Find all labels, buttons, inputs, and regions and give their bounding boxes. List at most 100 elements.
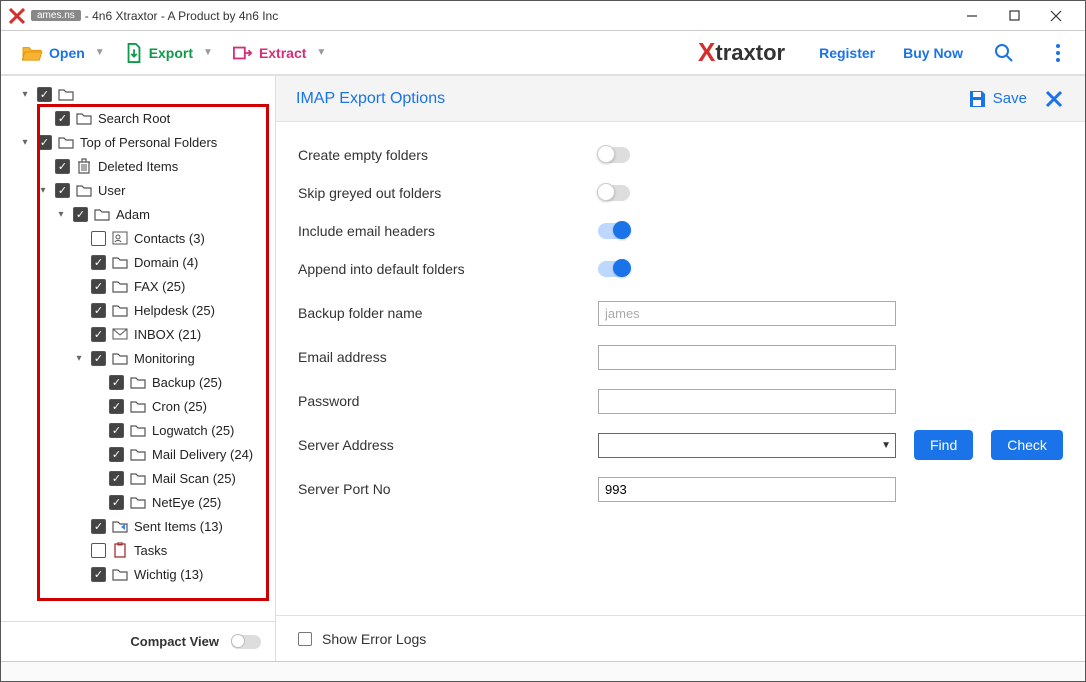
- checkbox[interactable]: ✓: [91, 351, 106, 366]
- titlebar: ames.ns - 4n6 Xtraxtor - A Product by 4n…: [1, 1, 1085, 31]
- checkbox[interactable]: ✓: [109, 471, 124, 486]
- checkbox[interactable]: ✓: [109, 399, 124, 414]
- tree-node[interactable]: Contacts (3): [11, 226, 275, 250]
- checkbox[interactable]: ✓: [91, 255, 106, 270]
- tree-node[interactable]: ✓ NetEye (25): [11, 490, 275, 514]
- tree-node[interactable]: ▾✓Adam: [11, 202, 275, 226]
- compact-view-label: Compact View: [130, 634, 219, 649]
- password-input[interactable]: [598, 389, 896, 414]
- register-link[interactable]: Register: [815, 41, 879, 65]
- checkbox[interactable]: ✓: [91, 567, 106, 582]
- maximize-button[interactable]: [993, 2, 1035, 30]
- minimize-button[interactable]: [951, 2, 993, 30]
- panel-title: IMAP Export Options: [296, 90, 445, 108]
- checkbox[interactable]: [91, 231, 106, 246]
- toggle-icon[interactable]: ▾: [19, 89, 31, 100]
- tree-node[interactable]: ✓Wichtig (13): [11, 562, 275, 586]
- toggle-icon[interactable]: ▾: [55, 209, 67, 220]
- tree-label: Logwatch (25): [152, 423, 234, 438]
- folder-icon: [130, 422, 146, 438]
- tree-label: NetEye (25): [152, 495, 221, 510]
- tree-node[interactable]: ▾✓: [11, 82, 275, 106]
- server-address-combo[interactable]: ▼: [598, 433, 896, 458]
- save-button[interactable]: Save: [967, 89, 1027, 109]
- checkbox[interactable]: ✓: [55, 111, 70, 126]
- toggle-switch[interactable]: [598, 185, 630, 201]
- sent-icon: [112, 518, 128, 534]
- close-button[interactable]: [1035, 2, 1077, 30]
- extract-menu[interactable]: Extract▼: [223, 38, 336, 68]
- toggle-icon[interactable]: ▾: [37, 185, 49, 196]
- open-menu[interactable]: Open▼: [11, 38, 115, 68]
- search-icon[interactable]: [987, 36, 1021, 70]
- option-label: Append into default folders: [298, 261, 598, 277]
- close-panel-icon[interactable]: [1043, 88, 1065, 110]
- find-button[interactable]: Find: [914, 430, 973, 460]
- tree-label: FAX (25): [134, 279, 185, 294]
- tree-node[interactable]: ✓Mail Delivery (24): [11, 442, 275, 466]
- brand-logo: Xtraxtor: [698, 37, 785, 68]
- option-label: Create empty folders: [298, 147, 598, 163]
- folder-icon: [58, 86, 74, 102]
- show-error-logs-checkbox[interactable]: [298, 632, 312, 646]
- folder-icon: [130, 398, 146, 414]
- toggle-icon[interactable]: ▾: [73, 353, 85, 364]
- tree-node[interactable]: ✓ Sent Items (13): [11, 514, 275, 538]
- folder-icon: [130, 494, 146, 510]
- app-icon: [9, 8, 25, 24]
- tree-node[interactable]: ✓ FAX (25): [11, 274, 275, 298]
- tree-node[interactable]: ✓Search Root: [11, 106, 275, 130]
- toggle-icon[interactable]: ▾: [19, 137, 31, 148]
- tree-node[interactable]: Tasks: [11, 538, 275, 562]
- checkbox[interactable]: ✓: [55, 159, 70, 174]
- folder-tree[interactable]: ▾✓✓Search Root▾✓Top of Personal Folders✓…: [1, 76, 275, 621]
- tree-node[interactable]: ✓ Logwatch (25): [11, 418, 275, 442]
- check-button[interactable]: Check: [991, 430, 1063, 460]
- tree-node[interactable]: ▾✓User: [11, 178, 275, 202]
- tree-node[interactable]: ✓Cron (25): [11, 394, 275, 418]
- checkbox[interactable]: ✓: [91, 327, 106, 342]
- checkbox[interactable]: ✓: [109, 495, 124, 510]
- toggle-switch[interactable]: [598, 147, 630, 163]
- tree-label: Sent Items (13): [134, 519, 223, 534]
- compact-view-toggle[interactable]: [231, 635, 261, 649]
- save-label: Save: [993, 90, 1027, 107]
- export-menu[interactable]: Export▼: [115, 37, 223, 69]
- checkbox[interactable]: ✓: [55, 183, 70, 198]
- buy-now-link[interactable]: Buy Now: [899, 41, 967, 65]
- checkbox[interactable]: ✓: [37, 87, 52, 102]
- more-icon[interactable]: [1041, 36, 1075, 70]
- checkbox[interactable]: [91, 543, 106, 558]
- folder-icon: [58, 134, 74, 150]
- tree-node[interactable]: ✓INBOX (21): [11, 322, 275, 346]
- tree-node[interactable]: ✓Mail Scan (25): [11, 466, 275, 490]
- tree-node[interactable]: ✓Deleted Items: [11, 154, 275, 178]
- checkbox[interactable]: ✓: [91, 519, 106, 534]
- checkbox[interactable]: ✓: [109, 447, 124, 462]
- tree-node[interactable]: ✓Domain (4): [11, 250, 275, 274]
- tree-node[interactable]: ✓Backup (25): [11, 370, 275, 394]
- extract-icon: [233, 44, 253, 62]
- folder-open-icon: [21, 44, 43, 62]
- open-label: Open: [49, 45, 85, 61]
- toggle-switch[interactable]: [598, 261, 630, 277]
- option-label: Skip greyed out folders: [298, 185, 598, 201]
- checkbox[interactable]: ✓: [91, 279, 106, 294]
- checkbox[interactable]: ✓: [37, 135, 52, 150]
- save-icon: [967, 89, 987, 109]
- backup-folder-input[interactable]: [598, 301, 896, 326]
- tree-node[interactable]: ▾✓Top of Personal Folders: [11, 130, 275, 154]
- tree-node[interactable]: ✓Helpdesk (25): [11, 298, 275, 322]
- toggle-switch[interactable]: [598, 223, 630, 239]
- checkbox[interactable]: ✓: [73, 207, 88, 222]
- email-input[interactable]: [598, 345, 896, 370]
- checkbox[interactable]: ✓: [109, 423, 124, 438]
- checkbox[interactable]: ✓: [91, 303, 106, 318]
- checkbox[interactable]: ✓: [109, 375, 124, 390]
- port-input[interactable]: [598, 477, 896, 502]
- folder-icon: [112, 302, 128, 318]
- tree-label: Contacts (3): [134, 231, 205, 246]
- export-icon: [125, 43, 143, 63]
- tree-node[interactable]: ▾✓Monitoring: [11, 346, 275, 370]
- folder-icon: [112, 350, 128, 366]
